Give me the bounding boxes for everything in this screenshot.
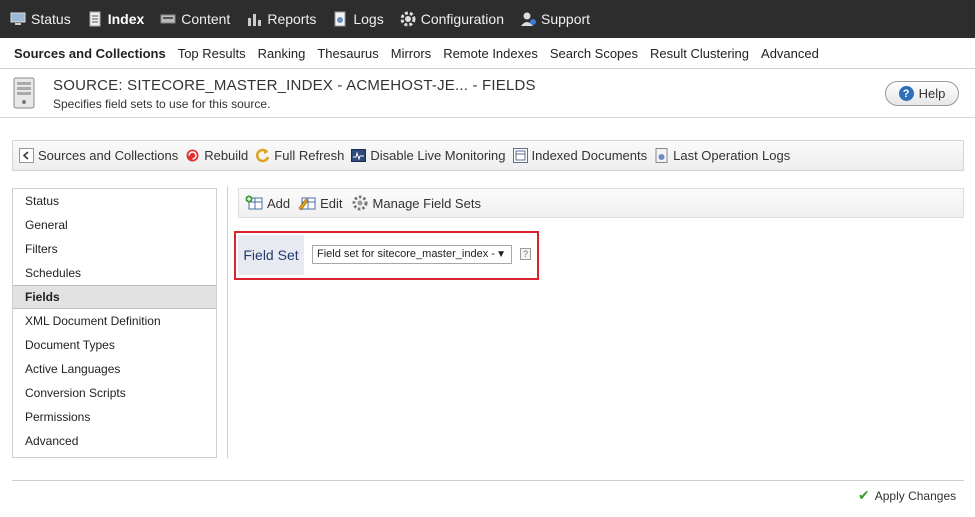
help-icon: ?: [898, 86, 914, 101]
gear-icon: [400, 11, 416, 27]
panel-divider: [227, 186, 228, 458]
edit-table-icon: [298, 195, 316, 211]
edit-button[interactable]: Edit: [298, 195, 343, 211]
last-operation-logs-label: Last Operation Logs: [673, 148, 791, 163]
nav-support-label: Support: [541, 11, 591, 27]
fields-toolbar: Add Edit Manage Field Sets: [238, 188, 964, 218]
checkmark-icon: ✔: [858, 487, 870, 503]
manage-field-sets-button[interactable]: Manage Field Sets: [351, 195, 481, 211]
full-refresh-label: Full Refresh: [274, 148, 345, 163]
bar-chart-icon: [246, 11, 262, 27]
page-subtitle: Specifies field sets to use for this sou…: [53, 97, 271, 111]
field-set-select[interactable]: Field set for sitecore_master_index - ▼: [312, 245, 512, 264]
content-icon: [160, 11, 176, 27]
rebuild-label: Rebuild: [204, 148, 249, 163]
subnav-thesaurus[interactable]: Thesaurus: [317, 46, 378, 61]
subnav-advanced[interactable]: Advanced: [761, 46, 819, 61]
nav-status[interactable]: Status: [10, 0, 71, 38]
action-bar: Sources and Collections Rebuild Full Ref…: [12, 140, 964, 171]
index-icon: [87, 11, 103, 27]
subnav-top-results[interactable]: Top Results: [178, 46, 246, 61]
back-to-sources-button[interactable]: Sources and Collections: [19, 148, 178, 163]
disable-live-monitoring-button[interactable]: Disable Live Monitoring: [351, 148, 506, 163]
field-set-help-icon[interactable]: ?: [520, 248, 531, 260]
nav-configuration[interactable]: Configuration: [400, 0, 504, 38]
apply-changes-label: Apply Changes: [874, 488, 957, 503]
dropdown-arrow-icon: ▼: [496, 249, 506, 260]
logs-icon: [654, 148, 669, 163]
subnav-mirrors[interactable]: Mirrors: [391, 46, 431, 61]
nav-reports[interactable]: Reports: [246, 0, 316, 38]
indexed-documents-button[interactable]: Indexed Documents: [512, 148, 648, 163]
menu-item-advanced[interactable]: Advanced: [13, 429, 216, 453]
page-header: SOURCE: SITECORE_MASTER_INDEX - ACMEHOST…: [0, 69, 975, 118]
monitor-icon: [10, 11, 26, 27]
nav-content[interactable]: Content: [160, 0, 230, 38]
field-set-label: Field Set: [238, 235, 304, 275]
subnav-sources-and-collections[interactable]: Sources and Collections: [14, 46, 166, 61]
disable-live-monitoring-label: Disable Live Monitoring: [370, 148, 506, 163]
menu-item-active-languages[interactable]: Active Languages: [13, 357, 216, 381]
top-navigation: Status Index Content Reports Logs Config…: [0, 0, 975, 38]
back-to-sources-label: Sources and Collections: [38, 148, 179, 163]
rebuild-icon: [185, 148, 200, 163]
menu-item-filters[interactable]: Filters: [13, 237, 216, 261]
menu-item-conversion-scripts[interactable]: Conversion Scripts: [13, 381, 216, 405]
refresh-icon: [255, 148, 270, 163]
apply-changes-button[interactable]: ✔ Apply Changes: [858, 487, 956, 504]
gear-icon: [351, 195, 369, 211]
menu-item-document-types[interactable]: Document Types: [13, 333, 216, 357]
nav-reports-label: Reports: [267, 11, 317, 27]
subnav-remote-indexes[interactable]: Remote Indexes: [443, 46, 538, 61]
add-label: Add: [267, 195, 291, 211]
indexed-documents-label: Indexed Documents: [531, 148, 648, 163]
edit-label: Edit: [320, 195, 343, 211]
menu-item-schedules[interactable]: Schedules: [13, 261, 216, 285]
nav-logs[interactable]: Logs: [332, 0, 384, 38]
menu-item-status[interactable]: Status: [13, 189, 216, 213]
menu-item-xml-document-definition[interactable]: XML Document Definition: [13, 309, 216, 333]
subnav-result-clustering[interactable]: Result Clustering: [650, 46, 749, 61]
logs-icon: [332, 11, 348, 27]
nav-index[interactable]: Index: [87, 0, 145, 38]
documents-icon: [512, 148, 528, 163]
back-icon: [19, 148, 34, 163]
subnav-search-scopes[interactable]: Search Scopes: [550, 46, 638, 61]
last-operation-logs-button[interactable]: Last Operation Logs: [654, 148, 790, 163]
nav-logs-label: Logs: [353, 11, 384, 27]
full-refresh-button[interactable]: Full Refresh: [255, 148, 344, 163]
rebuild-button[interactable]: Rebuild: [185, 148, 248, 163]
nav-support[interactable]: Support: [520, 0, 590, 38]
nav-content-label: Content: [181, 11, 231, 27]
support-icon: [520, 11, 536, 27]
sub-navigation: Sources and Collections Top Results Rank…: [0, 38, 975, 69]
nav-configuration-label: Configuration: [420, 11, 504, 27]
help-label: Help: [918, 86, 946, 101]
server-icon: [12, 77, 36, 109]
monitoring-icon: [351, 148, 367, 163]
menu-item-general[interactable]: General: [13, 213, 216, 237]
manage-field-sets-label: Manage Field Sets: [372, 195, 481, 211]
menu-item-permissions[interactable]: Permissions: [13, 405, 216, 429]
footer-divider: [12, 480, 964, 481]
field-set-selected-value: Field set for sitecore_master_index -: [317, 248, 495, 260]
page-title: SOURCE: SITECORE_MASTER_INDEX - ACMEHOST…: [53, 77, 536, 94]
nav-status-label: Status: [31, 11, 71, 27]
menu-item-fields[interactable]: Fields: [13, 285, 216, 309]
subnav-ranking[interactable]: Ranking: [258, 46, 306, 61]
left-menu: Status General Filters Schedules Fields …: [12, 188, 217, 458]
help-button[interactable]: ? Help: [885, 81, 959, 106]
add-button[interactable]: Add: [245, 195, 290, 211]
add-table-icon: [245, 195, 263, 211]
nav-index-label: Index: [107, 11, 145, 27]
